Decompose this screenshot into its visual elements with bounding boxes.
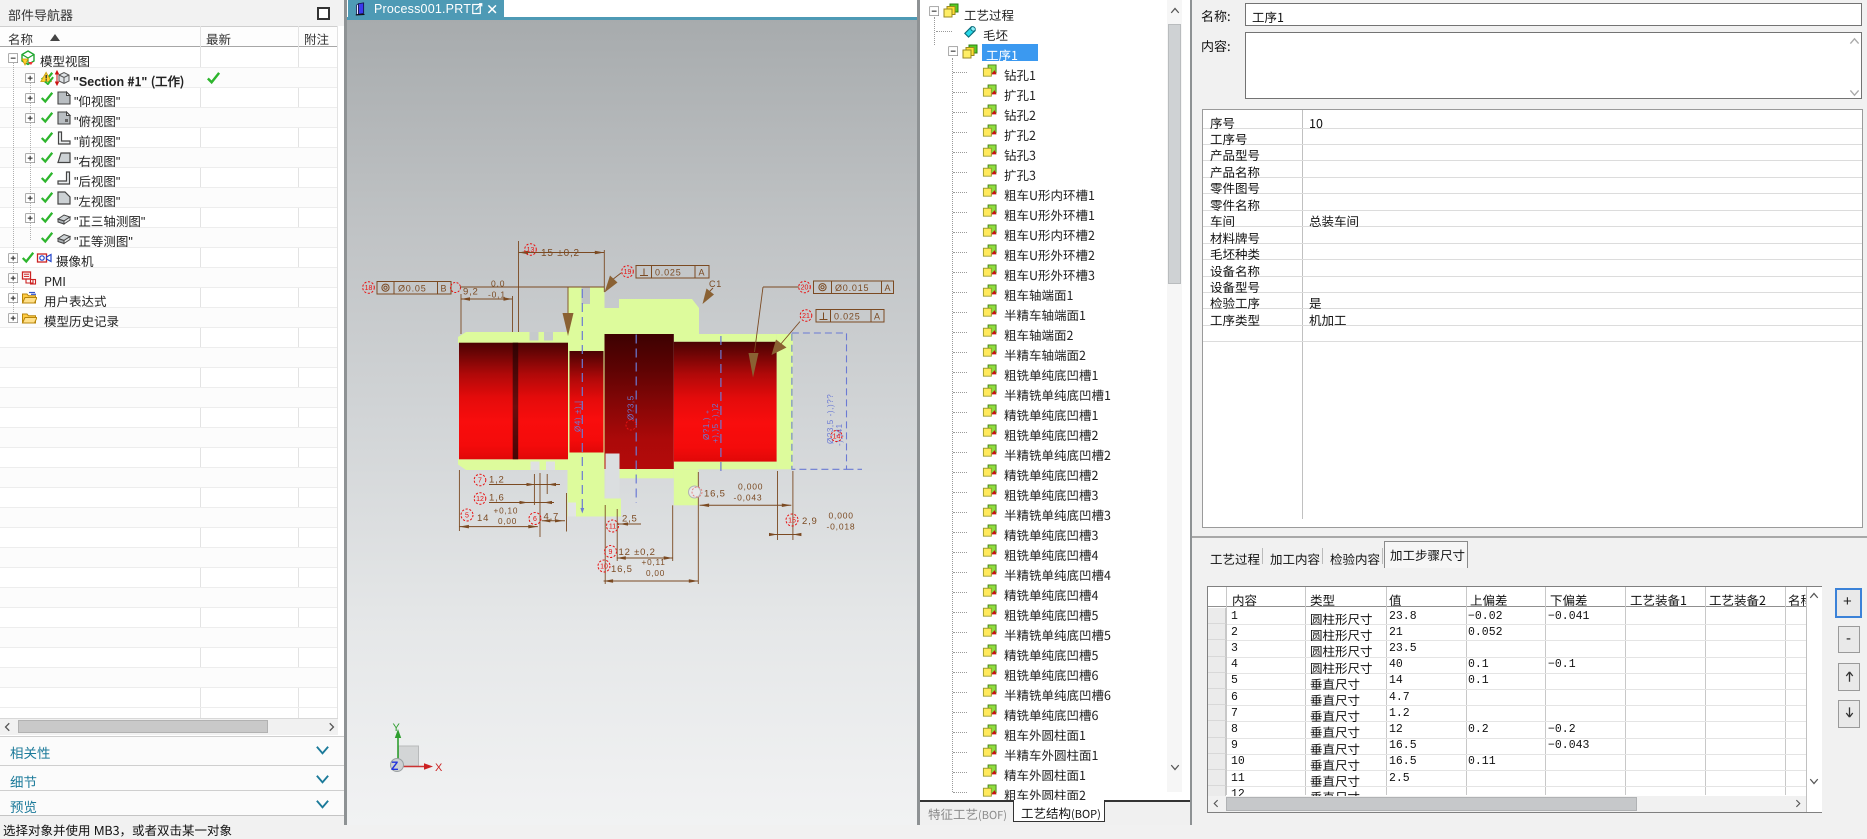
svg-text:12 ±0,2: 12 ±0,2 [619,547,656,558]
svg-text:14: 14 [477,513,489,524]
svg-text:-0,043: -0,043 [734,493,763,503]
svg-text:19: 19 [624,269,632,276]
svg-text:9,2: 9,2 [463,287,479,298]
svg-text:1,2: 1,2 [489,475,505,486]
svg-text:+0,10: +0,10 [494,507,519,516]
svg-text:A: A [699,268,706,278]
svg-text:Ø0.05: Ø0.05 [398,284,427,294]
svg-text:C1: C1 [709,279,722,289]
svg-text:A: A [874,312,881,322]
svg-text:0,0: 0,0 [491,279,505,289]
svg-text:6: 6 [533,516,537,523]
svg-text:14: 14 [833,434,841,441]
svg-text:16,5: 16,5 [704,489,726,500]
svg-text:18: 18 [365,285,373,292]
svg-text:Ø?3,5: Ø?3,5 [627,395,636,420]
svg-text:-0,018: -0,018 [827,522,856,532]
svg-text:0,00: 0,00 [646,569,665,578]
svg-text:0,00: 0,00 [498,517,517,526]
svg-text:0.025: 0.025 [655,268,682,278]
svg-text:X: X [435,762,443,774]
svg-text:0.025: 0.025 [834,312,861,322]
svg-text:13: 13 [527,247,535,254]
svg-text:Ø4) ±),|: Ø4) ±),| [574,400,583,432]
svg-text:7: 7 [478,478,482,485]
svg-text:1,6: 1,6 [489,493,505,504]
svg-text:-0,1: -0,1 [488,290,506,300]
svg-text:0,000: 0,000 [829,511,854,521]
svg-text:Ø0.015: Ø0.015 [835,283,869,293]
svg-text:12: 12 [476,496,484,503]
svg-text:+),)5 -),)2: +),)5 -),)2 [711,403,720,443]
svg-text:B: B [441,284,448,294]
svg-text:Z: Z [391,759,398,773]
svg-text:11: 11 [609,524,616,531]
svg-text:21: 21 [802,313,810,320]
svg-text:2,9: 2,9 [802,516,818,527]
svg-text:9: 9 [609,549,613,556]
svg-text:0,000: 0,000 [738,482,763,492]
svg-text:15 ±0,2: 15 ±0,2 [541,248,580,259]
svg-text:+0,11: +0,11 [642,558,666,567]
svg-text:A: A [885,283,892,293]
svg-text:5: 5 [465,513,469,520]
svg-text:2,5: 2,5 [622,514,638,525]
svg-text:10: 10 [600,564,608,571]
svg-text:20: 20 [801,285,809,292]
svg-text:Ø?1,) ₊: Ø?1,) ₊ [702,409,711,440]
svg-text:15: 15 [788,518,796,525]
svg-text:16,5: 16,5 [611,564,633,575]
svg-text:Y: Y [393,722,401,734]
